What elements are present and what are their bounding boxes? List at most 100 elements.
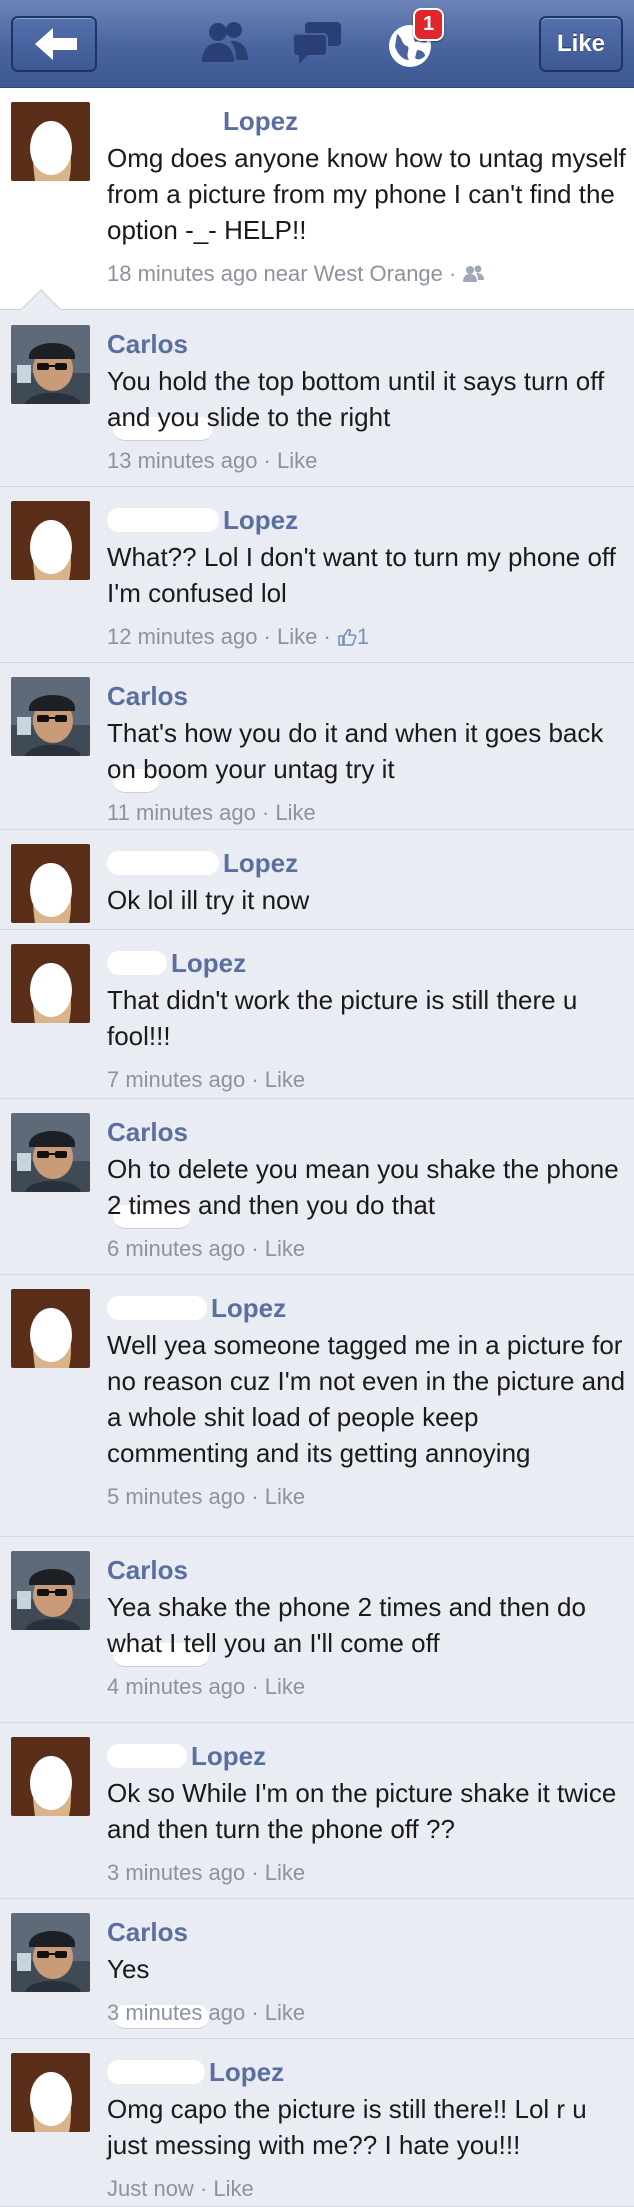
comment-like-link[interactable]: Like	[277, 448, 317, 473]
comment-like-link[interactable]: Like	[265, 1484, 305, 1509]
post-meta: 18 minutes ago near West Orange ·	[107, 260, 486, 288]
avatar-carlos[interactable]	[11, 1113, 90, 1192]
comment-author-name[interactable]: Lopez	[107, 505, 298, 535]
author-label: Lopez	[223, 505, 299, 535]
comment-author-name[interactable]: Lopez	[107, 1293, 286, 1323]
comment-meta: 3 minutes ago · Like	[107, 2000, 306, 2025]
comment-author-name[interactable]: Carlos	[107, 1917, 209, 2029]
comment-item: Carlos That's how you do it and when it g…	[0, 663, 634, 830]
comment-text: What?? Lol I don't want to turn my phone…	[107, 542, 616, 608]
comment-author-name[interactable]: Carlos	[107, 1555, 209, 1667]
avatar-lopez[interactable]	[11, 944, 90, 1023]
friend-requests-icon[interactable]	[196, 18, 256, 68]
avatar-carlos[interactable]	[11, 1551, 90, 1630]
avatar-carlos[interactable]	[11, 677, 90, 756]
comment-author-name[interactable]: Lopez	[107, 848, 298, 878]
comment-item: Lopez What?? Lol I don't want to turn my …	[0, 487, 634, 663]
comment-item: Carlos Yea shake the phone 2 times and th…	[0, 1537, 634, 1723]
comment-text: Yea shake the phone 2 times and then do …	[107, 1592, 586, 1658]
comment-author-name[interactable]: Lopez	[107, 2057, 284, 2087]
comment-meta: 12 minutes ago · Like · 1	[107, 624, 370, 649]
back-arrow-icon	[35, 28, 77, 60]
comment-time: Just now	[107, 2176, 194, 2201]
comment-item: Carlos You hold the top bottom until it s…	[0, 311, 634, 487]
comment-time: 7 minutes ago	[107, 1067, 246, 1092]
avatar-lopez[interactable]	[11, 844, 90, 923]
author-label: Lopez	[191, 1741, 267, 1771]
comment-like-link[interactable]: Like	[275, 800, 315, 825]
author-label: Carlos	[107, 1555, 188, 1585]
post-time-location: 18 minutes ago near West Orange	[107, 261, 443, 286]
redaction-mark	[107, 508, 219, 532]
comment-time: 3 minutes ago	[107, 2000, 246, 2025]
comment-like-link[interactable]: Like	[265, 1067, 305, 1092]
redaction-mark	[107, 851, 219, 875]
comment-time: 4 minutes ago	[107, 1674, 246, 1699]
comment-meta: 4 minutes ago · Like	[107, 1674, 306, 1699]
comment-item: Carlos Yes 3 minutes ago · Like	[0, 1899, 634, 2039]
comment-text: That's how you do it and when it goes ba…	[107, 718, 604, 784]
avatar-carlos[interactable]	[11, 325, 90, 404]
comment-author-name[interactable]: Carlos	[107, 329, 213, 441]
comment-like-link[interactable]: Like	[265, 1674, 305, 1699]
like-page-button[interactable]: Like	[539, 16, 623, 72]
comment-author-name[interactable]: Lopez	[107, 1741, 266, 1771]
comment-author-name[interactable]: Lopez	[107, 948, 246, 978]
comment-time: 5 minutes ago	[107, 1484, 246, 1509]
author-label: Carlos	[107, 1917, 188, 1947]
like-count-value: 1	[356, 624, 370, 649]
comment-time: 3 minutes ago	[107, 1860, 246, 1885]
redaction-mark	[107, 951, 167, 975]
author-label: Lopez	[209, 2057, 285, 2087]
top-nav-bar: 1 Like	[0, 0, 634, 88]
avatar-lopez[interactable]	[11, 1737, 90, 1816]
comment-time: 13 minutes ago	[107, 448, 258, 473]
comment-item: Lopez Ok so While I'm on the picture shak…	[0, 1723, 634, 1899]
like-count[interactable]: 1	[337, 624, 369, 649]
redaction-mark	[107, 1744, 187, 1768]
author-label: Lopez	[171, 948, 247, 978]
comment-like-link[interactable]: Like	[265, 2000, 305, 2025]
comment-item: Lopez Omg capo the picture is still there…	[0, 2039, 634, 2207]
avatar-lopez[interactable]	[11, 501, 90, 580]
comment-item: Lopez Ok lol ill try it now	[0, 830, 634, 930]
comment-time: 11 minutes ago	[107, 800, 256, 825]
comment-like-link[interactable]: Like	[265, 1860, 305, 1885]
comment-like-link[interactable]: Like	[265, 1236, 305, 1261]
comment-meta: Just now · Like	[107, 2176, 254, 2201]
notification-count-badge: 1	[413, 8, 444, 41]
avatar-lopez[interactable]	[11, 1289, 90, 1368]
comment-like-link[interactable]: Like	[213, 2176, 253, 2201]
comment-text: Yes	[107, 1954, 150, 1984]
comment-meta: 3 minutes ago · Like	[107, 1860, 306, 1885]
post-author-name[interactable]: Lopez	[107, 106, 298, 136]
post-text: Omg does anyone know how to untag myself…	[107, 143, 626, 245]
avatar-lopez[interactable]	[11, 2053, 90, 2132]
author-label: Lopez	[211, 1293, 287, 1323]
author-label: Lopez	[223, 848, 299, 878]
redaction-mark	[107, 109, 219, 133]
comment-meta: 7 minutes ago · Like	[107, 1067, 306, 1092]
messages-icon[interactable]	[289, 18, 345, 68]
comment-meta: 13 minutes ago · Like	[107, 448, 318, 473]
author-label: Carlos	[107, 1117, 188, 1147]
comment-text: Ok so While I'm on the picture shake it …	[107, 1778, 617, 1844]
author-label: Carlos	[107, 329, 188, 359]
comment-author-name[interactable]: Carlos	[107, 1117, 191, 1229]
original-post: Lopez Omg does anyone know how to untag …	[0, 88, 634, 310]
comment-item: Lopez That didn't work the picture is sti…	[0, 930, 634, 1099]
comment-text: Oh to delete you mean you shake the phon…	[107, 1154, 619, 1220]
redaction-mark	[107, 1296, 207, 1320]
comment-meta: 6 minutes ago · Like	[107, 1236, 306, 1261]
comment-like-link[interactable]: Like	[277, 624, 317, 649]
avatar-lopez[interactable]	[11, 102, 90, 181]
comment-time: 6 minutes ago	[107, 1236, 246, 1261]
comment-author-name[interactable]: Carlos	[107, 681, 188, 793]
back-button[interactable]	[11, 16, 97, 72]
comment-text: Well yea someone tagged me in a picture …	[107, 1330, 626, 1468]
comment-text: Omg capo the picture is still there!! Lo…	[107, 2094, 587, 2160]
comment-text: That didn't work the picture is still th…	[107, 985, 578, 1051]
avatar-carlos[interactable]	[11, 1913, 90, 1992]
comment-text: You hold the top bottom until it says tu…	[107, 366, 605, 432]
comment-meta: 11 minutes ago · Like	[107, 800, 316, 825]
